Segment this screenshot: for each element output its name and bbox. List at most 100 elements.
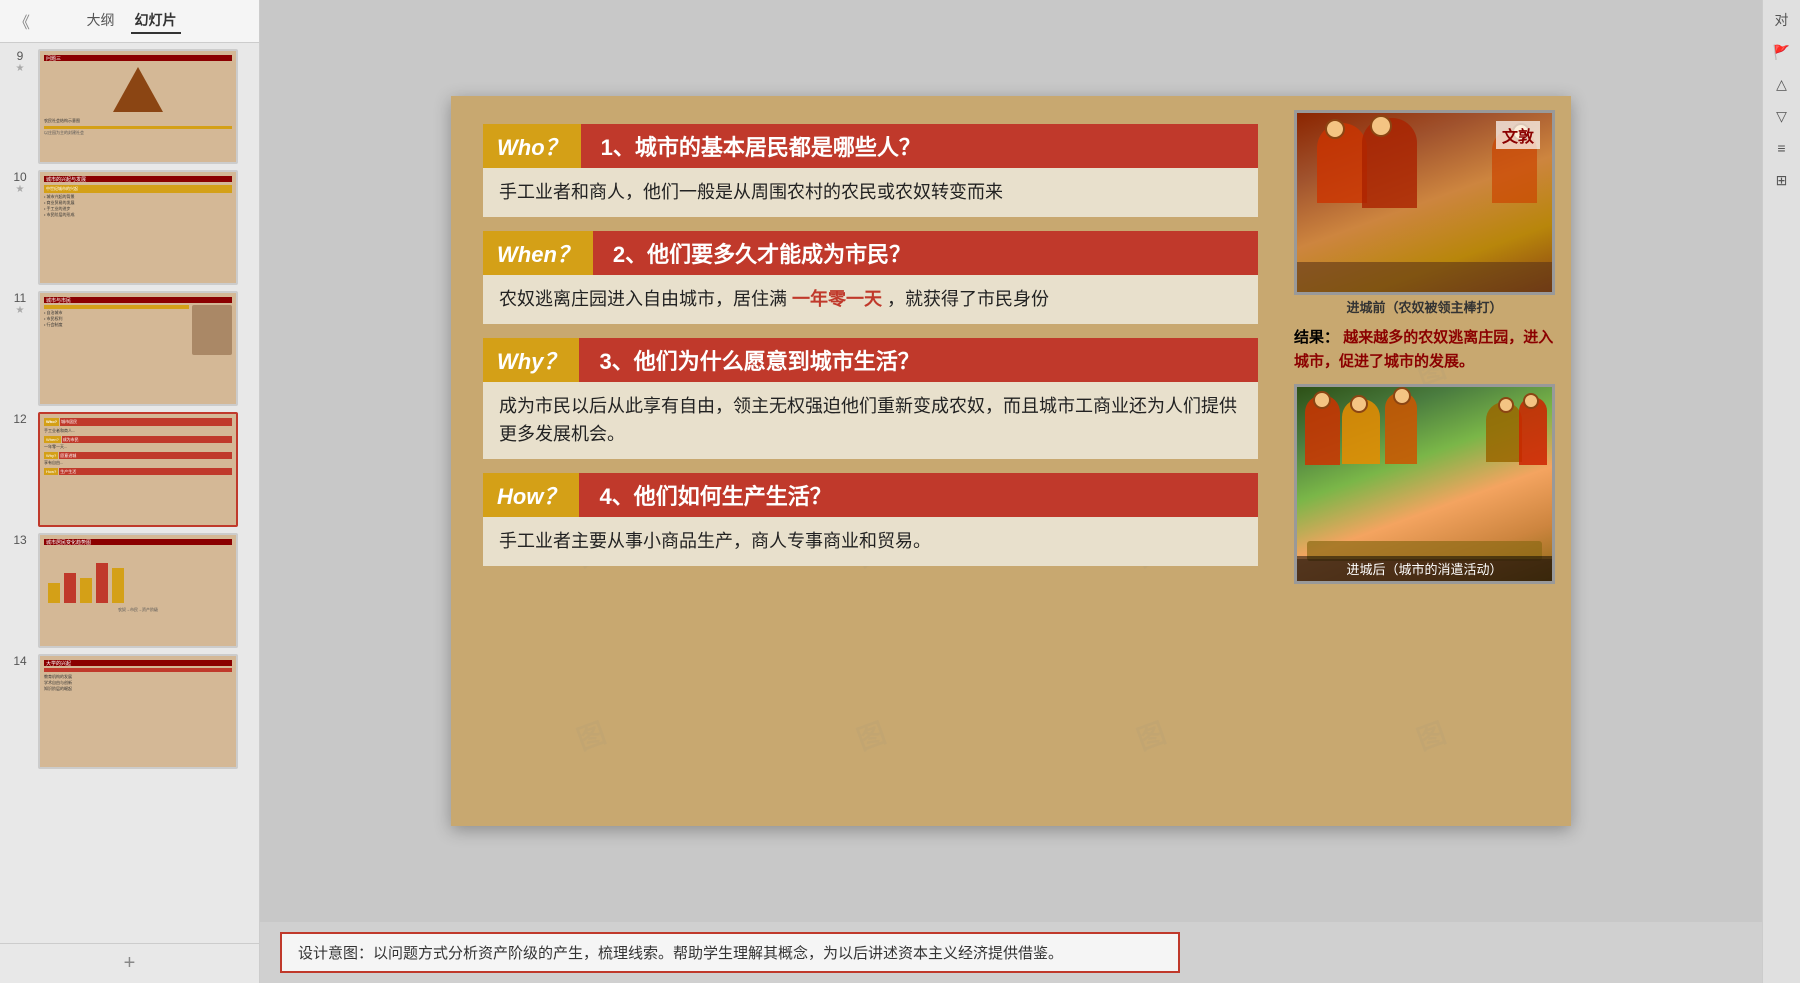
slide-number-col-9: 9 ★ <box>6 49 34 74</box>
question-who: Who？ 1、城市的基本居民都是哪些人？ 手工业者和商人，他们一般是从周围农村的… <box>483 124 1258 221</box>
tab-outline[interactable]: 大纲 <box>83 8 119 34</box>
result-label: 结果： <box>1294 329 1339 346</box>
how-label: How？ <box>483 473 579 517</box>
slide-item-12[interactable]: 12 Who? 城市居民 手工业者和商人... When? 成为市民 一年零一天… <box>6 412 253 527</box>
sidebar-footer: + <box>0 943 259 983</box>
question-row-how: How？ 4、他们如何生产生活？ <box>483 473 1258 517</box>
how-title: 4、他们如何生产生活？ <box>579 473 1258 517</box>
top-image-caption: 进城前（农奴被领主棒打） <box>1294 297 1555 316</box>
who-title: 1、城市的基本居民都是哪些人？ <box>581 124 1258 168</box>
slide-item-13[interactable]: 13 城市居民变化趋势图 农奴→市民→资产阶级 <box>6 533 253 648</box>
when-answer: 农奴逃离庄园进入自由城市，居住满 一年零一天 ，就获得了市民身份 <box>483 275 1258 324</box>
toolbar-btn-menu[interactable]: ≡ <box>1768 134 1796 162</box>
question-row-when: When？ 2、他们要多久才能成为市民？ <box>483 231 1258 275</box>
slide-star-10: ★ <box>16 184 25 195</box>
slide-star-11: ★ <box>16 305 25 316</box>
slide-container: 图图图图 图图图图 图图图图 图图图图 Who？ 1、城市的基本居民都是哪些人？… <box>451 96 1571 826</box>
thumb-inner-14: 大学的兴起 教育机构的发展 学术自由与创新 知识阶层的崛起 <box>40 656 236 767</box>
feast-head-1 <box>1313 391 1331 409</box>
slide-number-col-10: 10 ★ <box>6 170 34 195</box>
slide-panel: 《 大纲 幻灯片 9 ★ 问题三 农民社会结构示意图 以 <box>0 0 260 983</box>
slide-content: Who？ 1、城市的基本居民都是哪些人？ 手工业者和商人，他们一般是从周围农村的… <box>451 96 1571 826</box>
slide-thumb-12[interactable]: Who? 城市居民 手工业者和商人... When? 成为市民 一年零一天...… <box>38 412 238 527</box>
who-answer: 手工业者和商人，他们一般是从周围农村的农民或农奴转变而来 <box>483 168 1258 217</box>
top-image-block: 文敦 <box>1294 110 1555 295</box>
bottom-image-block: 进城后（城市的消遣活动） <box>1294 384 1555 584</box>
slide-thumb-13[interactable]: 城市居民变化趋势图 农奴→市民→资产阶级 <box>38 533 238 648</box>
annotation-bar: 设计意图：以问题方式分析资产阶级的产生，梳理线索。帮助学生理解其概念，为以后讲述… <box>260 922 1762 983</box>
slide-item-10[interactable]: 10 ★ 城市的兴起与发展 中世纪城市的兴起 • 城市兴起的背景 • 商业贸易的… <box>6 170 253 285</box>
thumb-inner-9: 问题三 农民社会结构示意图 以庄园为主的封建社会 <box>40 51 236 162</box>
slide-number-10: 10 <box>13 170 26 184</box>
head-1 <box>1325 119 1345 139</box>
nav-arrows: 《 <box>10 9 34 33</box>
slide-canvas-area: 图图图图 图图图图 图图图图 图图图图 Who？ 1、城市的基本居民都是哪些人？… <box>260 0 1762 922</box>
thumb-inner-13: 城市居民变化趋势图 农奴→市民→资产阶级 <box>40 535 236 646</box>
slide-number-14: 14 <box>13 654 26 668</box>
when-answer-highlight: 一年零一天 <box>792 289 882 309</box>
who-label: Who？ <box>483 124 581 168</box>
toolbar-btn-label[interactable]: 对 <box>1768 6 1796 34</box>
feast-head-5 <box>1523 393 1539 409</box>
question-row-why: Why？ 3、他们为什么愿意到城市生活？ <box>483 338 1258 382</box>
toolbar-btn-down[interactable]: ▽ <box>1768 102 1796 130</box>
slide-thumb-9[interactable]: 问题三 农民社会结构示意图 以庄园为主的封建社会 <box>38 49 238 164</box>
slide-item-14[interactable]: 14 大学的兴起 教育机构的发展 学术自由与创新 知识阶层的崛起 <box>6 654 253 769</box>
question-row-who: Who？ 1、城市的基本居民都是哪些人？ <box>483 124 1258 168</box>
slide-thumb-14[interactable]: 大学的兴起 教育机构的发展 学术自由与创新 知识阶层的崛起 <box>38 654 238 769</box>
right-panel: 文敦 进城前（农奴被领主棒打） 结果： 越来越多的农奴逃离庄园，进入城市，促进了… <box>1286 96 1571 826</box>
slide-thumb-11[interactable]: 城市与市民 • 自治城市 • 市民权利 • 行会制度 <box>38 291 238 406</box>
feast-head-3 <box>1393 387 1411 405</box>
bottom-image-content <box>1297 387 1552 581</box>
toolbar-btn-grid[interactable]: ⊞ <box>1768 166 1796 194</box>
slide-star-9: ★ <box>16 63 25 74</box>
question-why: Why？ 3、他们为什么愿意到城市生活？ 成为市民以后从此享有自由，领主无权强迫… <box>483 338 1258 464</box>
slide-number-col-11: 11 ★ <box>6 291 34 316</box>
wendun-label: 文敦 <box>1496 121 1540 149</box>
thumb-inner-10: 城市的兴起与发展 中世纪城市的兴起 • 城市兴起的背景 • 商业贸易的发展 • … <box>40 172 236 283</box>
floor-1 <box>1297 262 1552 292</box>
question-how: How？ 4、他们如何生产生活？ 手工业者主要从事小商品生产，商人专事商业和贸易… <box>483 473 1258 570</box>
slide-item-11[interactable]: 11 ★ 城市与市民 • 自治城市 • 市民权利 • 行会制度 <box>6 291 253 406</box>
right-toolbar: 对 🚩 △ ▽ ≡ ⊞ <box>1762 0 1800 983</box>
slide-number-11: 11 <box>14 291 26 305</box>
slide-list: 9 ★ 问题三 农民社会结构示意图 以庄园为主的封建社会 10 ★ <box>0 43 259 943</box>
slide-number-12: 12 <box>13 412 26 426</box>
question-when: When？ 2、他们要多久才能成为市民？ 农奴逃离庄园进入自由城市，居住满 一年… <box>483 231 1258 328</box>
why-answer: 成为市民以后从此享有自由，领主无权强迫他们重新变成农奴，而且城市工商业还为人们提… <box>483 382 1258 460</box>
annotation-box: 设计意图：以问题方式分析资产阶级的产生，梳理线索。帮助学生理解其概念，为以后讲述… <box>280 932 1180 973</box>
feast-head-2 <box>1350 395 1368 413</box>
when-answer-part1: 农奴逃离庄园进入自由城市，居住满 <box>499 289 787 309</box>
toolbar-btn-up[interactable]: △ <box>1768 70 1796 98</box>
wendun-area: 文敦 进城前（农奴被领主棒打） <box>1294 110 1555 316</box>
why-label: Why？ <box>483 338 579 382</box>
toolbar-btn-flag[interactable]: 🚩 <box>1768 38 1796 66</box>
when-answer-part3: ，就获得了市民身份 <box>887 289 1049 309</box>
when-label: When？ <box>483 231 593 275</box>
slide-number-9: 9 <box>17 49 24 63</box>
bottom-image-caption: 进城后（城市的消遣活动） <box>1297 556 1552 581</box>
slide-number-col-14: 14 <box>6 654 34 668</box>
slide-item-9[interactable]: 9 ★ 问题三 农民社会结构示意图 以庄园为主的封建社会 <box>6 49 253 164</box>
sidebar-tabs: 大纲 幻灯片 <box>83 8 181 34</box>
when-title: 2、他们要多久才能成为市民？ <box>593 231 1258 275</box>
head-2 <box>1370 115 1392 137</box>
how-answer: 手工业者主要从事小商品生产，商人专事商业和贸易。 <box>483 517 1258 566</box>
nav-left-arrow[interactable]: 《 <box>10 9 34 33</box>
thumb-inner-12: Who? 城市居民 手工业者和商人... When? 成为市民 一年零一天...… <box>40 414 236 525</box>
left-panel: Who？ 1、城市的基本居民都是哪些人？ 手工业者和商人，他们一般是从周围农村的… <box>451 96 1286 826</box>
why-title: 3、他们为什么愿意到城市生活？ <box>579 338 1258 382</box>
slide-number-13: 13 <box>13 533 26 547</box>
bottom-image-area: 进城后（城市的消遣活动） <box>1294 384 1555 584</box>
slide-thumb-10[interactable]: 城市的兴起与发展 中世纪城市的兴起 • 城市兴起的背景 • 商业贸易的发展 • … <box>38 170 238 285</box>
slide-number-col-12: 12 <box>6 412 34 426</box>
slide-number-col-13: 13 <box>6 533 34 547</box>
tab-slides[interactable]: 幻灯片 <box>131 8 181 34</box>
feast-head-4 <box>1498 397 1514 413</box>
thumb-inner-11: 城市与市民 • 自治城市 • 市民权利 • 行会制度 <box>40 293 236 404</box>
add-slide-button[interactable]: + <box>124 952 136 975</box>
sidebar-header: 《 大纲 幻灯片 <box>0 0 259 43</box>
main-area: 图图图图 图图图图 图图图图 图图图图 Who？ 1、城市的基本居民都是哪些人？… <box>260 0 1762 983</box>
result-text-block: 结果： 越来越多的农奴逃离庄园，进入城市，促进了城市的发展。 <box>1294 326 1555 374</box>
annotation-text: 设计意图：以问题方式分析资产阶级的产生，梳理线索。帮助学生理解其概念，为以后讲述… <box>298 945 1063 962</box>
